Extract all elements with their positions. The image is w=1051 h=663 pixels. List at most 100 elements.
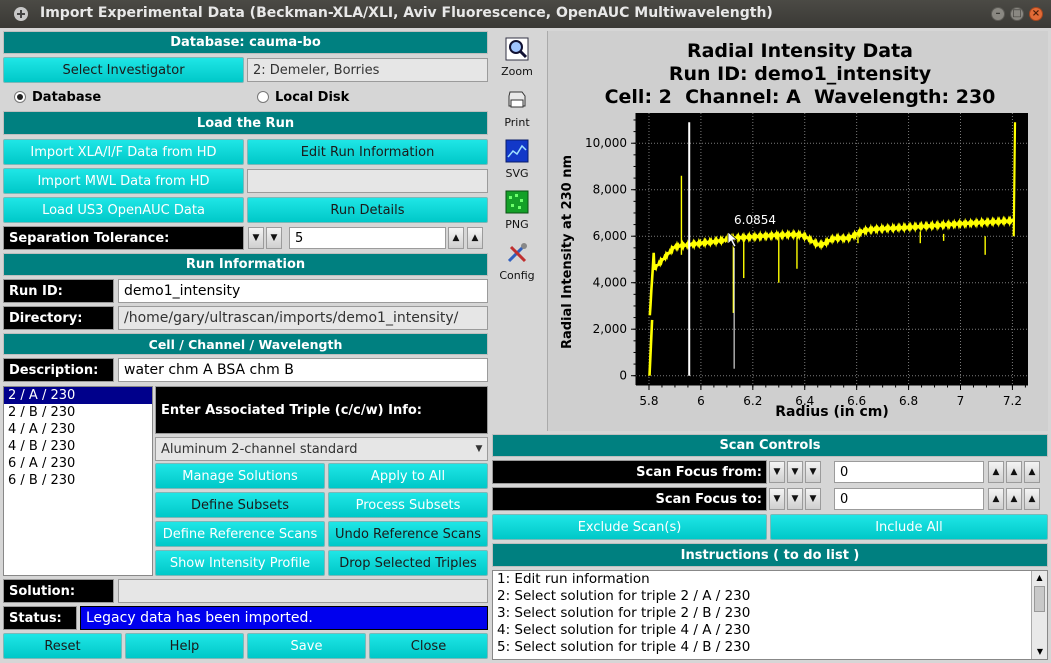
description-label: Description: bbox=[3, 358, 114, 382]
triple-list-item[interactable]: 6 / A / 230 bbox=[4, 455, 152, 472]
instruction-item: 4: Select solution for triple 4 / A / 23… bbox=[497, 622, 751, 638]
drop-selected-triples-button[interactable]: Drop Selected Triples bbox=[328, 550, 488, 576]
to-up-medium[interactable]: ▲ bbox=[1006, 488, 1022, 510]
run-info-header: Run Information bbox=[3, 253, 488, 276]
run-id-label: Run ID: bbox=[3, 279, 114, 303]
plot-canvas[interactable] bbox=[636, 113, 1028, 385]
zoom-label: Zoom bbox=[501, 65, 533, 78]
triple-list[interactable]: 2 / A / 230 2 / B / 230 4 / A / 230 4 / … bbox=[3, 386, 153, 576]
triple-list-item[interactable]: 6 / B / 230 bbox=[4, 472, 152, 489]
x-axis-label: Radius (in cm) bbox=[775, 404, 889, 420]
solution-field bbox=[118, 579, 488, 603]
triple-list-item[interactable]: 4 / A / 230 bbox=[4, 421, 152, 438]
to-up-fast[interactable]: ▲ bbox=[1024, 488, 1040, 510]
from-down-fast[interactable]: ▼ bbox=[769, 461, 785, 483]
apply-to-all-button[interactable]: Apply to All bbox=[328, 463, 488, 489]
from-up[interactable]: ▲ bbox=[988, 461, 1004, 483]
radio-database[interactable]: Database bbox=[14, 89, 101, 105]
maximize-icon[interactable]: □ bbox=[1010, 7, 1024, 21]
png-label: PNG bbox=[505, 218, 529, 231]
zoom-icon bbox=[505, 37, 529, 61]
import-mwl-button[interactable]: Import MWL Data from HD bbox=[3, 168, 244, 194]
svg-icon bbox=[505, 139, 529, 163]
investigator-field: 2: Demeler, Borries bbox=[247, 58, 488, 82]
run-id-field[interactable]: demo1_intensity bbox=[118, 279, 488, 303]
separation-tolerance-input[interactable]: 5 bbox=[289, 227, 446, 249]
exclude-scans-button[interactable]: Exclude Scan(s) bbox=[492, 514, 767, 540]
radio-local-disk[interactable]: Local Disk bbox=[257, 89, 349, 105]
chevron-down-icon[interactable]: ▼ bbox=[471, 444, 487, 454]
x-tick-label: 6.2 bbox=[743, 394, 762, 408]
minimize-icon[interactable]: – bbox=[991, 7, 1005, 21]
y-axis-label: Radial Intensity at 230 nm bbox=[560, 155, 575, 349]
config-button[interactable]: Config bbox=[494, 241, 540, 282]
scroll-thumb[interactable] bbox=[1034, 586, 1045, 612]
scroll-down-icon[interactable]: ▼ bbox=[1032, 645, 1048, 659]
to-down[interactable]: ▼ bbox=[805, 488, 821, 510]
sep-tol-down[interactable]: ▼ bbox=[266, 227, 282, 249]
import-xla-button[interactable]: Import XLA/I/F Data from HD bbox=[3, 139, 244, 165]
reset-button[interactable]: Reset bbox=[3, 633, 122, 659]
plot-panel: Radial Intensity Data Run ID: demo1_inte… bbox=[547, 31, 1048, 431]
triple-list-item[interactable]: 2 / A / 230 bbox=[4, 387, 152, 404]
plot-title-line3: Cell: 2 Channel: A Wavelength: 230 bbox=[605, 86, 996, 108]
scroll-up-icon[interactable]: ▲ bbox=[1032, 571, 1047, 585]
associated-triple-label: Enter Associated Triple (c/c/w) Info: bbox=[155, 386, 488, 434]
png-button[interactable]: PNG bbox=[494, 190, 540, 231]
plot-title-line1: Radial Intensity Data bbox=[687, 40, 913, 62]
define-subsets-button[interactable]: Define Subsets bbox=[155, 492, 325, 518]
x-tick-label: 7 bbox=[957, 394, 965, 408]
from-up-fast[interactable]: ▲ bbox=[1024, 461, 1040, 483]
scan-controls-header: Scan Controls bbox=[492, 434, 1048, 457]
manage-solutions-button[interactable]: Manage Solutions bbox=[155, 463, 325, 489]
include-all-button[interactable]: Include All bbox=[770, 514, 1048, 540]
save-button[interactable]: Save bbox=[247, 633, 366, 659]
to-up[interactable]: ▲ bbox=[988, 488, 1004, 510]
to-down-fast[interactable]: ▼ bbox=[769, 488, 785, 510]
from-down-medium[interactable]: ▼ bbox=[787, 461, 803, 483]
sep-tol-up-fast[interactable]: ▲ bbox=[467, 227, 483, 249]
directory-label: Directory: bbox=[3, 306, 114, 330]
from-down[interactable]: ▼ bbox=[805, 461, 821, 483]
triple-list-item[interactable]: 4 / B / 230 bbox=[4, 438, 152, 455]
select-investigator-button[interactable]: Select Investigator bbox=[3, 57, 244, 83]
y-tick-label: 0 bbox=[619, 369, 627, 383]
close-icon[interactable]: × bbox=[1029, 7, 1043, 21]
png-icon bbox=[505, 190, 529, 214]
y-tick-label: 8,000 bbox=[593, 183, 627, 197]
radio-database-indicator[interactable] bbox=[14, 91, 26, 103]
load-us3-button[interactable]: Load US3 OpenAUC Data bbox=[3, 197, 244, 223]
instructions-list[interactable]: 1: Edit run information 2: Select soluti… bbox=[492, 570, 1048, 660]
to-down-medium[interactable]: ▼ bbox=[787, 488, 803, 510]
show-intensity-profile-button[interactable]: Show Intensity Profile bbox=[155, 550, 325, 576]
triple-list-item[interactable]: 2 / B / 230 bbox=[4, 404, 152, 421]
svg-button[interactable]: SVG bbox=[494, 139, 540, 180]
define-reference-scans-button[interactable]: Define Reference Scans bbox=[155, 521, 325, 547]
edit-run-info-button[interactable]: Edit Run Information bbox=[247, 139, 488, 165]
app-icon bbox=[14, 7, 28, 21]
instructions-scrollbar[interactable]: ▲ ▼ bbox=[1031, 571, 1047, 659]
print-button[interactable]: Print bbox=[494, 88, 540, 129]
radio-local-disk-indicator[interactable] bbox=[257, 91, 269, 103]
undo-reference-scans-button[interactable]: Undo Reference Scans bbox=[328, 521, 488, 547]
scan-focus-to-input[interactable]: 0 bbox=[834, 488, 984, 510]
sep-tol-up[interactable]: ▲ bbox=[448, 227, 464, 249]
title-bar: Import Experimental Data (Beckman-XLA/XL… bbox=[0, 0, 1051, 28]
zoom-button[interactable]: Zoom bbox=[494, 37, 540, 78]
help-button[interactable]: Help bbox=[125, 633, 244, 659]
process-subsets-button[interactable]: Process Subsets bbox=[328, 492, 488, 518]
description-field[interactable]: water chm A BSA chm B bbox=[118, 358, 488, 382]
from-up-medium[interactable]: ▲ bbox=[1006, 461, 1022, 483]
svg-label: SVG bbox=[505, 167, 529, 180]
y-tick-label: 2,000 bbox=[593, 322, 627, 336]
radial-intensity-plot[interactable]: Radial Intensity Data Run ID: demo1_inte… bbox=[548, 31, 1049, 431]
close-button[interactable]: Close bbox=[369, 633, 488, 659]
scan-focus-from-input[interactable]: 0 bbox=[834, 461, 984, 483]
sep-tol-down-fast[interactable]: ▼ bbox=[248, 227, 264, 249]
y-axis-ticks: 0 2,000 4,000 6,000 8,000 10,000 bbox=[585, 113, 637, 385]
database-header: Database: cauma-bo bbox=[3, 31, 488, 54]
y-tick-label: 4,000 bbox=[593, 276, 627, 290]
status-field: Legacy data has been imported. bbox=[80, 606, 488, 630]
centerpiece-select[interactable]: Aluminum 2-channel standard ▼ bbox=[155, 437, 488, 461]
run-details-button[interactable]: Run Details bbox=[247, 197, 488, 223]
